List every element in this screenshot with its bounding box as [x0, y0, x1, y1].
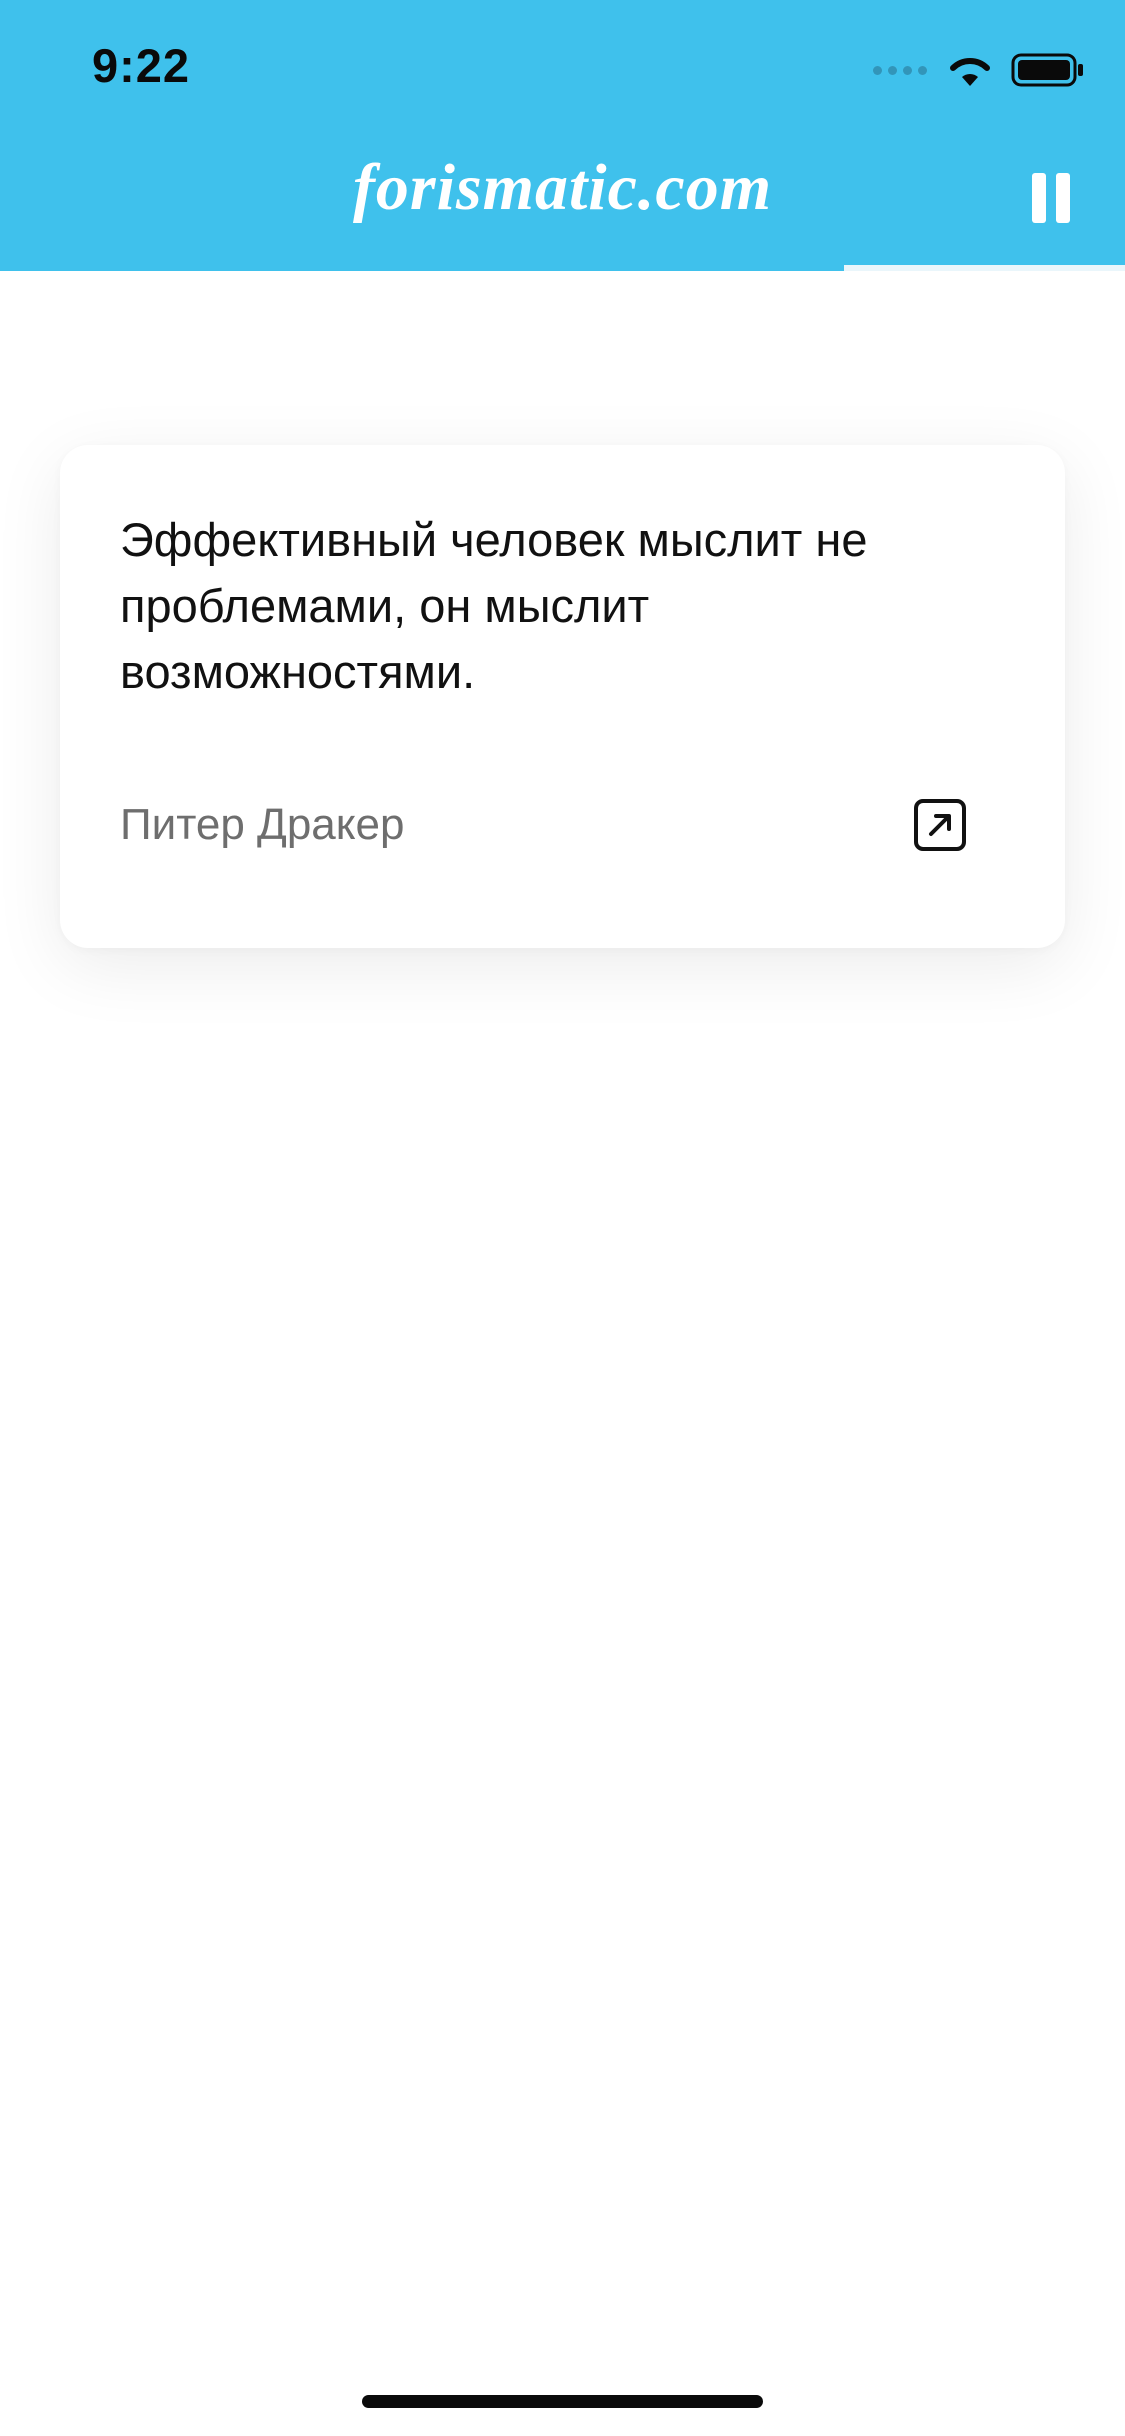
quote-text: Эффективный человек мыслит не проблемами…	[120, 513, 868, 698]
battery-icon	[1011, 53, 1083, 87]
brand-title: forismatic.com	[352, 151, 773, 224]
progress-fill	[0, 265, 844, 271]
quote-author[interactable]: Питер Дракер	[120, 797, 404, 853]
quote-card[interactable]: Эффективный человек мыслит не проблемами…	[60, 445, 1065, 948]
pause-button[interactable]	[1032, 173, 1072, 223]
pause-icon	[1032, 173, 1046, 223]
wifi-icon	[950, 57, 990, 86]
cellular-signal-icon	[873, 65, 927, 75]
status-icons	[873, 48, 1085, 92]
home-indicator[interactable]	[362, 2395, 763, 2408]
pause-icon-bar	[1056, 173, 1070, 223]
app-screen: 9:22 forismatic.com Эффективный человек …	[0, 0, 1125, 2436]
progress-track	[0, 265, 1125, 271]
header-bar: 9:22 forismatic.com	[0, 0, 1125, 265]
status-time: 9:22	[92, 39, 191, 92]
open-external-icon[interactable]	[912, 797, 968, 853]
